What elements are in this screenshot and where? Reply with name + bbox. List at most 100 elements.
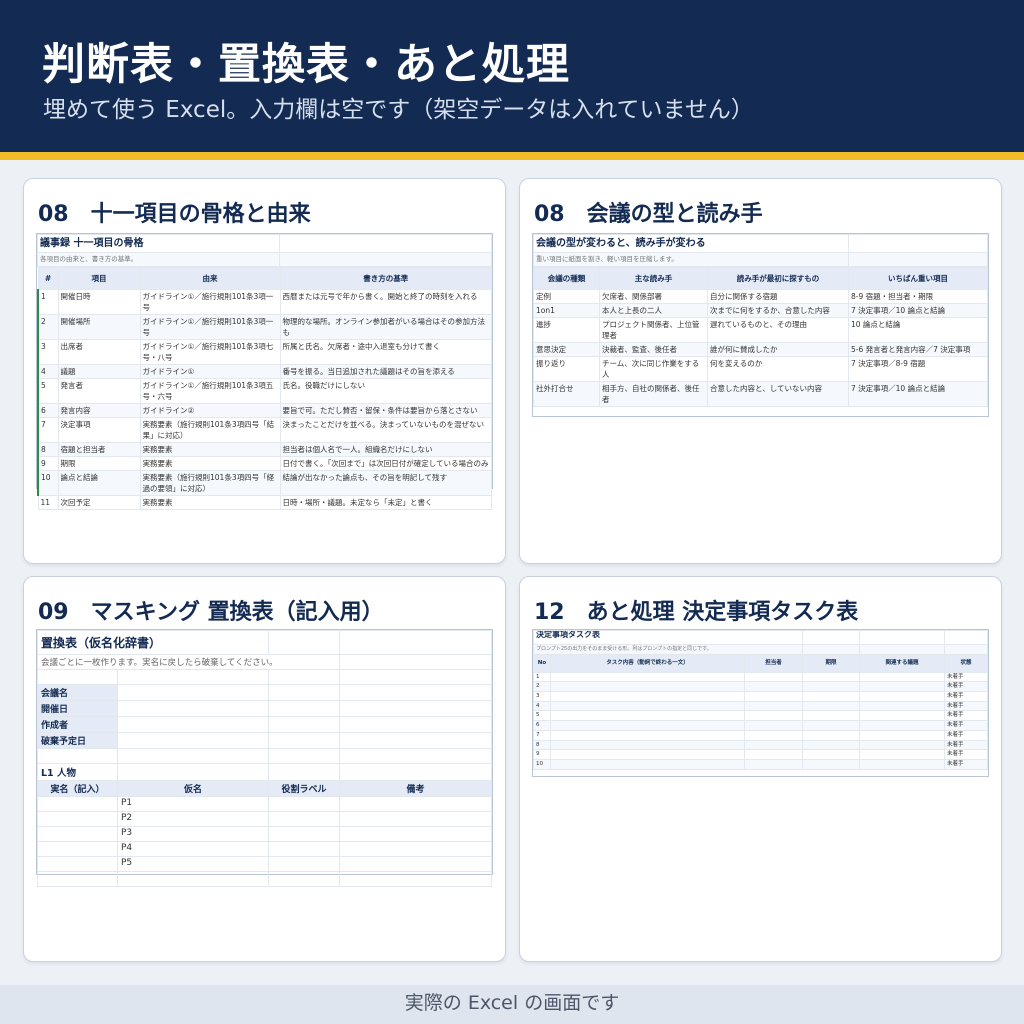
remarks-cell[interactable] [339,826,492,842]
table-row[interactable]: 振り返り チーム、次に同じ作業をする人 何を変えるのか 7 決定事項／8-9 宿題 [533,356,988,382]
table-cell[interactable]: ガイドライン① [139,364,281,379]
table-row[interactable]: P5 [37,856,492,872]
table-cell[interactable]: 発言者 [57,378,141,404]
table-row[interactable]: 7 未着手 [533,729,988,741]
input-cell[interactable] [802,671,860,683]
input-cell[interactable] [802,700,860,712]
input-cell[interactable] [744,700,803,712]
table-cell[interactable]: 10 [37,470,59,496]
table-cell[interactable]: 番号を振る。当日追加された議題はその旨を添える [279,364,492,379]
table-row[interactable]: 2 未着手 [533,681,988,693]
input-cell[interactable] [550,749,745,760]
table-cell[interactable]: 進捗 [533,317,600,343]
input-cell[interactable] [859,729,945,741]
table-cell[interactable]: 決まったことだけを並べる。決まっていないものを混ぜない [279,417,492,443]
input-cell[interactable] [802,749,860,760]
table-cell[interactable]: 定例 [533,289,600,304]
table-row[interactable]: 6 発言内容 ガイドライン② 要旨で可。ただし賛否・留保・条件は要旨から落とさない [37,403,492,418]
input-cell[interactable] [550,671,745,683]
table-row[interactable]: 5 未着手 [533,710,988,722]
table-cell[interactable]: 要旨で可。ただし賛否・留保・条件は要旨から落とさない [279,403,492,418]
table-row[interactable]: P1 [37,796,492,812]
table-row[interactable]: 7 決定事項 実務要素（施行規則101条3項四号「結果」に対応） 決まったことだけを並… [37,417,492,443]
table-cell[interactable]: 10 論点と結論 [848,317,988,343]
table-cell[interactable]: ガイドライン①／施行規則101条3項五号・六号 [139,378,281,404]
table-row[interactable]: 10 論点と結論 実務要素（施行規則101条3項四号「経過の要領」に対応） 結論が出な… [37,470,492,496]
table-cell[interactable]: 実務要素 [139,456,281,471]
table-row[interactable]: 進捗 プロジェクト関係者、上位管理者 遅れているものと、その理由 10 論点と結論 [533,317,988,343]
real-name-cell[interactable] [37,841,118,857]
input-cell[interactable] [802,681,860,693]
table-cell[interactable]: 4 [37,364,59,379]
input-cell[interactable] [744,671,803,683]
table-cell[interactable]: 担当者は個人名で一人。組織名だけにしない [279,442,492,457]
empty-cell[interactable] [339,871,492,887]
table-cell[interactable]: 1on1 [533,303,600,318]
table-cell[interactable]: 3 [37,339,59,365]
remarks-cell[interactable] [339,856,492,872]
table-row[interactable]: 3 未着手 [533,691,988,702]
table-row[interactable]: P4 [37,841,492,857]
table-cell[interactable]: 相手方、自社の関係者、後任者 [599,381,708,407]
input-cell[interactable] [550,758,745,770]
table-row[interactable]: 9 未着手 [533,749,988,760]
excel-sheet[interactable]: 議事録 十一項目の骨格 各項目の由来と、書き方の基準。 # 項目 由来 書き方の… [36,233,493,510]
table-row[interactable]: 11 次回予定 実務要素 日時・場所・議題。未定なら「未定」と書く [37,495,492,510]
table-cell[interactable]: 2 [37,314,59,340]
table-cell[interactable]: ガイドライン①／施行規則101条3項一号 [139,314,281,340]
table-row[interactable]: 9 期限 実務要素 日付で書く。「次回まで」は次回日付が確定している場合のみ [37,456,492,471]
status-cell[interactable]: 未着手 [944,710,988,722]
table-cell[interactable]: 期限 [57,456,141,471]
table-cell[interactable]: 7 決定事項／10 論点と結論 [848,381,988,407]
status-cell[interactable]: 未着手 [944,739,988,751]
table-cell[interactable]: 西暦または元号で年から書く。開始と終了の時刻を入れる [279,289,492,315]
role-label-cell[interactable] [268,856,341,872]
table-row[interactable]: 8 宿題と担当者 実務要素 担当者は個人名で一人。組織名だけにしない [37,442,492,457]
empty-cell[interactable] [37,871,118,887]
table-cell[interactable]: 誰が何に賛成したか [707,342,849,357]
table-row[interactable]: P3 [37,826,492,842]
input-cell[interactable] [859,739,945,751]
table-cell[interactable]: 論点と結論 [57,470,141,496]
input-cell[interactable] [116,700,270,717]
real-name-cell[interactable] [37,856,118,872]
table-row[interactable]: 6 未着手 [533,720,988,731]
input-cell[interactable] [550,681,745,693]
remarks-cell[interactable] [339,811,492,827]
real-name-cell[interactable] [37,811,118,827]
input-cell[interactable] [744,691,803,702]
role-label-cell[interactable] [268,826,341,842]
input-cell[interactable] [550,729,745,741]
table-cell[interactable]: 開催日時 [57,289,141,315]
input-cell[interactable] [802,691,860,702]
status-cell[interactable]: 未着手 [944,681,988,693]
table-cell[interactable]: 次回予定 [57,495,141,510]
input-cell[interactable] [859,720,945,731]
input-cell[interactable] [550,720,745,731]
table-cell[interactable]: 物理的な場所。オンライン参加者がいる場合はその参加方法も [279,314,492,340]
table-cell[interactable]: チーム、次に同じ作業をする人 [599,356,708,382]
table-row[interactable]: 1 未着手 [533,671,988,683]
table-cell[interactable]: 宿題と担当者 [57,442,141,457]
input-cell[interactable] [744,758,803,770]
table-row[interactable]: 定例 欠席者、関係部署 自分に関係する宿題 8-9 宿題・担当者・期限 [533,289,988,304]
table-row[interactable]: 1on1 本人と上長の二人 次までに何をするか、合意した内容 7 決定事項／10 論点… [533,303,988,318]
input-cell[interactable] [859,671,945,683]
table-cell[interactable]: 日付で書く。「次回まで」は次回日付が確定している場合のみ [279,456,492,471]
input-cell[interactable] [802,758,860,770]
input-cell[interactable] [744,681,803,693]
status-cell[interactable]: 未着手 [944,720,988,731]
input-cell[interactable] [116,716,270,733]
table-cell[interactable]: ガイドライン①／施行規則101条3項七号・八号 [139,339,281,365]
table-row[interactable]: 8 未着手 [533,739,988,751]
input-cell[interactable] [859,691,945,702]
input-cell[interactable] [802,729,860,741]
table-cell[interactable]: 7 決定事項／10 論点と結論 [848,303,988,318]
excel-sheet[interactable]: 決定事項タスク表 プロンプト25の出力をそのまま受ける形。列はプロンプトの指定と… [532,629,989,777]
table-cell[interactable]: 意思決定 [533,342,600,357]
input-cell[interactable] [550,691,745,702]
table-cell[interactable]: 実務要素（施行規則101条3項四号「結果」に対応） [139,417,281,443]
table-cell[interactable]: 8-9 宿題・担当者・期限 [848,289,988,304]
table-cell[interactable]: 自分に関係する宿題 [707,289,849,304]
table-row[interactable]: 意思決定 決裁者、監査、後任者 誰が何に賛成したか 5-6 発言者と発言内容／7 決定… [533,342,988,357]
